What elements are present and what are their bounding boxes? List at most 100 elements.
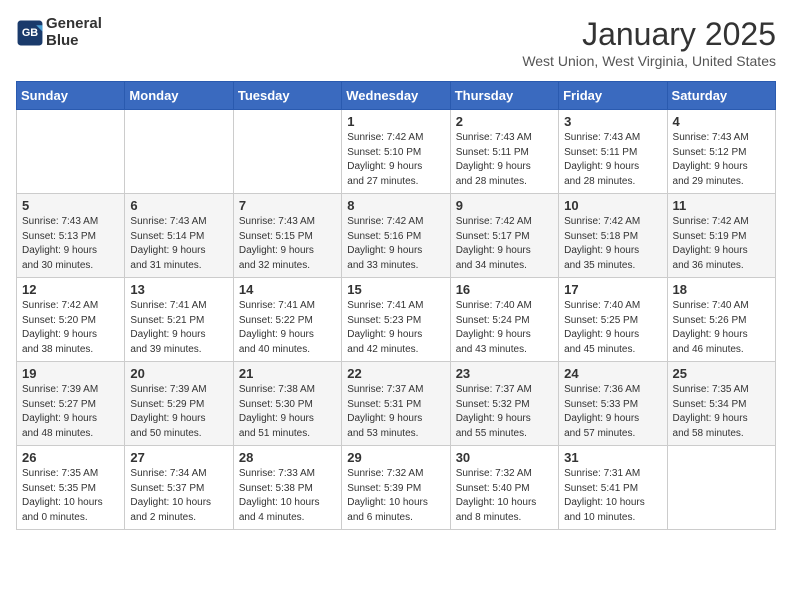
day-number: 12 [22,282,119,297]
calendar-cell: 17Sunrise: 7:40 AM Sunset: 5:25 PM Dayli… [559,278,667,362]
day-number: 8 [347,198,444,213]
day-number: 11 [673,198,770,213]
day-info: Sunrise: 7:42 AM Sunset: 5:18 PM Dayligh… [564,215,661,273]
calendar-cell: 19 Sunrise: 7:39 AM Sunset: 5:27 PM Dayli… [17,362,125,446]
calendar-cell: 12 Sunrise: 7:42 AM Sunset: 5:20 PM Dayli… [17,278,125,362]
day-info: Sunrise: 7:40 AM Sunset: 5:25 PM Dayligh… [564,299,661,357]
weekday-header: Friday [559,82,667,110]
day-number: 6 [130,198,227,213]
calendar-cell: 16 Sunrise: 7:40 AM Sunset: 5:24 PM Dayli… [450,278,558,362]
day-number: 7 [239,198,336,213]
calendar-week-row: 12 Sunrise: 7:42 AM Sunset: 5:20 PM Dayli… [17,278,776,362]
calendar-cell: 14 Sunrise: 7:41 AM Sunset: 5:22 PM Dayli… [233,278,341,362]
calendar-cell: 20 Sunrise: 7:39 AM Sunset: 5:29 PM Dayli… [125,362,233,446]
calendar-cell: 3 Sunrise: 7:43 AM Sunset: 5:11 PM Daylig… [559,110,667,194]
calendar: SundayMondayTuesdayWednesdayThursdayFrid… [16,81,776,530]
day-number: 23 [456,366,553,381]
logo-text: General Blue [46,16,102,49]
location: West Union, West Virginia, United States [522,53,776,69]
day-number: 30 [456,450,553,465]
logo-icon: GB [16,19,44,47]
calendar-cell: 10 Sunrise: 7:42 AM Sunset: 5:18 PM Dayli… [559,194,667,278]
calendar-cell [667,446,775,530]
day-info: Sunrise: 7:43 AM Sunset: 5:11 PM Dayligh… [564,131,661,189]
calendar-cell: 23 Sunrise: 7:37 AM Sunset: 5:32 PM Dayli… [450,362,558,446]
calendar-cell: 8Sunrise: 7:42 AM Sunset: 5:16 PM Daylig… [342,194,450,278]
day-info: Sunrise: 7:37 AM Sunset: 5:32 PM Dayligh… [456,383,553,441]
calendar-cell: 31 Sunrise: 7:31 AM Sunset: 5:41 PM Dayli… [559,446,667,530]
day-info: Sunrise: 7:41 AM Sunset: 5:22 PM Dayligh… [239,299,336,357]
weekday-header: Wednesday [342,82,450,110]
day-info: Sunrise: 7:40 AM Sunset: 5:24 PM Dayligh… [456,299,553,357]
calendar-cell: 2 Sunrise: 7:43 AM Sunset: 5:11 PM Daylig… [450,110,558,194]
day-number: 9 [456,198,553,213]
calendar-cell: 24Sunrise: 7:36 AM Sunset: 5:33 PM Dayli… [559,362,667,446]
day-info: Sunrise: 7:32 AM Sunset: 5:40 PM Dayligh… [456,467,553,525]
day-number: 14 [239,282,336,297]
calendar-cell: 9 Sunrise: 7:42 AM Sunset: 5:17 PM Daylig… [450,194,558,278]
calendar-cell: 28Sunrise: 7:33 AM Sunset: 5:38 PM Dayli… [233,446,341,530]
day-info: Sunrise: 7:41 AM Sunset: 5:21 PM Dayligh… [130,299,227,357]
calendar-cell: 15Sunrise: 7:41 AM Sunset: 5:23 PM Dayli… [342,278,450,362]
day-number: 29 [347,450,444,465]
logo-line2: Blue [46,33,102,50]
page-header: GB General Blue January 2025 West Union,… [16,16,776,69]
calendar-cell: 26Sunrise: 7:35 AM Sunset: 5:35 PM Dayli… [17,446,125,530]
calendar-cell: 18 Sunrise: 7:40 AM Sunset: 5:26 PM Dayli… [667,278,775,362]
day-number: 4 [673,114,770,129]
calendar-cell: 27Sunrise: 7:34 AM Sunset: 5:37 PM Dayli… [125,446,233,530]
day-number: 3 [564,114,661,129]
day-number: 20 [130,366,227,381]
day-number: 27 [130,450,227,465]
day-number: 1 [347,114,444,129]
day-info: Sunrise: 7:42 AM Sunset: 5:20 PM Dayligh… [22,299,119,357]
title-area: January 2025 West Union, West Virginia, … [522,16,776,69]
calendar-cell: 6 Sunrise: 7:43 AM Sunset: 5:14 PM Daylig… [125,194,233,278]
day-number: 15 [347,282,444,297]
day-info: Sunrise: 7:32 AM Sunset: 5:39 PM Dayligh… [347,467,444,525]
calendar-week-row: 5Sunrise: 7:43 AM Sunset: 5:13 PM Daylig… [17,194,776,278]
day-info: Sunrise: 7:35 AM Sunset: 5:34 PM Dayligh… [673,383,770,441]
day-number: 10 [564,198,661,213]
day-info: Sunrise: 7:40 AM Sunset: 5:26 PM Dayligh… [673,299,770,357]
logo-line1: General [46,16,102,33]
month-title: January 2025 [522,16,776,53]
calendar-cell: 22 Sunrise: 7:37 AM Sunset: 5:31 PM Dayli… [342,362,450,446]
calendar-week-row: 26Sunrise: 7:35 AM Sunset: 5:35 PM Dayli… [17,446,776,530]
calendar-cell: 25 Sunrise: 7:35 AM Sunset: 5:34 PM Dayli… [667,362,775,446]
day-number: 16 [456,282,553,297]
weekday-header: Tuesday [233,82,341,110]
day-info: Sunrise: 7:43 AM Sunset: 5:12 PM Dayligh… [673,131,770,189]
day-number: 25 [673,366,770,381]
calendar-week-row: 19 Sunrise: 7:39 AM Sunset: 5:27 PM Dayli… [17,362,776,446]
day-number: 31 [564,450,661,465]
day-info: Sunrise: 7:39 AM Sunset: 5:29 PM Dayligh… [130,383,227,441]
logo: GB General Blue [16,16,102,49]
svg-text:GB: GB [22,27,38,39]
day-info: Sunrise: 7:39 AM Sunset: 5:27 PM Dayligh… [22,383,119,441]
calendar-cell [125,110,233,194]
day-number: 22 [347,366,444,381]
calendar-cell: 21Sunrise: 7:38 AM Sunset: 5:30 PM Dayli… [233,362,341,446]
day-info: Sunrise: 7:43 AM Sunset: 5:11 PM Dayligh… [456,131,553,189]
day-info: Sunrise: 7:42 AM Sunset: 5:17 PM Dayligh… [456,215,553,273]
day-info: Sunrise: 7:31 AM Sunset: 5:41 PM Dayligh… [564,467,661,525]
calendar-cell: 1 Sunrise: 7:42 AM Sunset: 5:10 PM Daylig… [342,110,450,194]
day-number: 13 [130,282,227,297]
calendar-cell: 29 Sunrise: 7:32 AM Sunset: 5:39 PM Dayli… [342,446,450,530]
calendar-cell: 4 Sunrise: 7:43 AM Sunset: 5:12 PM Daylig… [667,110,775,194]
calendar-cell: 11Sunrise: 7:42 AM Sunset: 5:19 PM Dayli… [667,194,775,278]
calendar-cell: 5Sunrise: 7:43 AM Sunset: 5:13 PM Daylig… [17,194,125,278]
calendar-week-row: 1 Sunrise: 7:42 AM Sunset: 5:10 PM Daylig… [17,110,776,194]
day-info: Sunrise: 7:42 AM Sunset: 5:10 PM Dayligh… [347,131,444,189]
day-info: Sunrise: 7:43 AM Sunset: 5:13 PM Dayligh… [22,215,119,273]
weekday-header-row: SundayMondayTuesdayWednesdayThursdayFrid… [17,82,776,110]
day-info: Sunrise: 7:36 AM Sunset: 5:33 PM Dayligh… [564,383,661,441]
weekday-header: Thursday [450,82,558,110]
day-info: Sunrise: 7:43 AM Sunset: 5:14 PM Dayligh… [130,215,227,273]
weekday-header: Monday [125,82,233,110]
day-number: 18 [673,282,770,297]
day-number: 19 [22,366,119,381]
day-info: Sunrise: 7:37 AM Sunset: 5:31 PM Dayligh… [347,383,444,441]
day-number: 2 [456,114,553,129]
